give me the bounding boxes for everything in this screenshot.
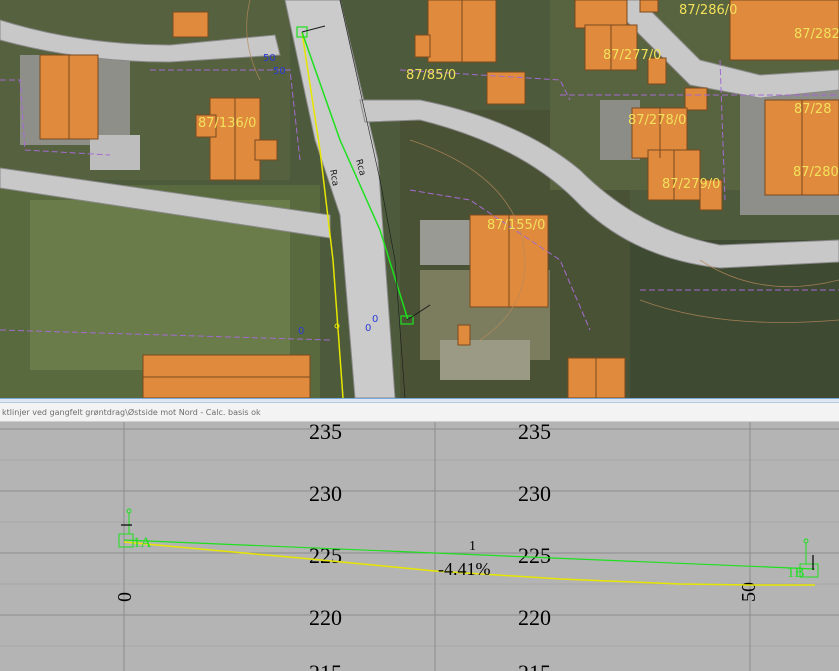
parcel-label: 87/280 xyxy=(793,165,839,180)
elevation-label: 0 xyxy=(365,323,371,334)
start-marker xyxy=(118,508,134,548)
grade-value-label: -4.41% xyxy=(438,559,491,579)
parcel-label: 87/277/0 xyxy=(603,48,661,63)
parcel-label: 87/279/0 xyxy=(662,177,720,192)
parcel-label: 87/278/0 xyxy=(628,113,686,128)
elevation-tick-label: 230 xyxy=(309,481,342,506)
parcel-label: 87/282 xyxy=(794,27,839,42)
profile-window-title: ktlinjer ved gangfelt grøntdrag\Østside … xyxy=(0,403,839,422)
elevation-label: 0 xyxy=(372,314,378,325)
profile-view[interactable]: 235 230 225 220 215 235 230 225 220 215 … xyxy=(0,422,839,671)
profile-canvas: 235 230 225 220 215 235 230 225 220 215 … xyxy=(0,422,839,671)
parcel-label: 87/286/0 xyxy=(679,3,737,18)
elevation-tick-label: 225 xyxy=(518,543,551,568)
parcel-label: 87/136/0 xyxy=(198,116,256,131)
parcel-label: 87/85/0 xyxy=(406,68,456,83)
parcel-label: 87/28 xyxy=(794,102,831,117)
grade-index-label: 1 xyxy=(469,539,476,554)
elevation-tick-label: 220 xyxy=(518,605,551,630)
start-label: 1A xyxy=(133,535,152,551)
map-canvas: 87/286/0 87/282 87/277/0 87/85/0 87/136/… xyxy=(0,0,839,398)
elevation-label: 50 xyxy=(263,53,276,64)
elevation-tick-label: 230 xyxy=(518,481,551,506)
elevation-label: 50 xyxy=(273,66,286,77)
elevation-tick-label: 215 xyxy=(518,660,551,671)
parcel-label: 87/155/0 xyxy=(487,218,545,233)
elevation-label: 0 xyxy=(298,326,304,337)
elevation-tick-label: 235 xyxy=(309,422,342,444)
end-label: 1B xyxy=(787,565,805,581)
elevation-tick-label: 220 xyxy=(309,605,342,630)
map-view[interactable]: 87/286/0 87/282 87/277/0 87/85/0 87/136/… xyxy=(0,0,839,398)
elevation-tick-label: 225 xyxy=(309,543,342,568)
elevation-tick-label: 235 xyxy=(518,422,551,444)
elevation-tick-label: 215 xyxy=(309,660,342,671)
station-label: 0 xyxy=(114,592,136,602)
